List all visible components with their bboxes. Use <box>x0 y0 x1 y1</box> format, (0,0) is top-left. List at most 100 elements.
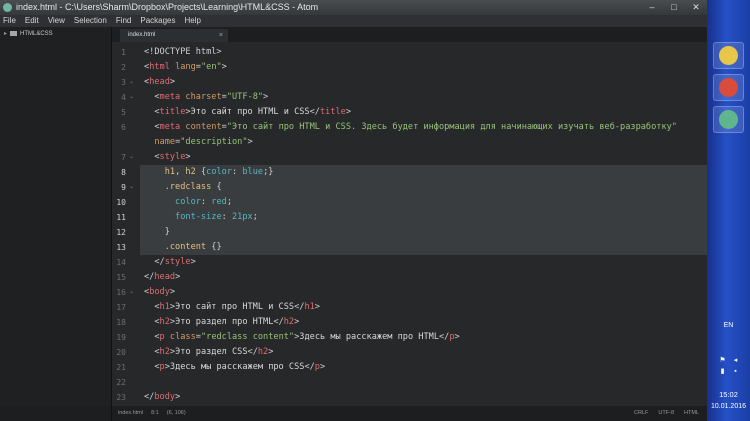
tree-root-folder[interactable]: ▸ HTML&CSS <box>4 30 53 38</box>
code-token: > <box>345 107 352 117</box>
network-icon[interactable]: ▮ <box>718 367 727 376</box>
code-line[interactable]: </style> <box>144 255 196 270</box>
status-file-name[interactable]: index.html <box>118 406 143 421</box>
system-tray: EN ⚑ ◂ ▮ ▪ 15:02 10.01.2016 <box>707 320 750 421</box>
menu-file[interactable]: File <box>3 15 16 27</box>
code-line[interactable]: name="description"> <box>144 135 252 150</box>
taskbar-file-explorer-button[interactable] <box>713 42 744 69</box>
line-number[interactable]: 9 <box>112 180 126 195</box>
minimize-button[interactable]: – <box>641 0 663 15</box>
code-line[interactable]: </head> <box>144 270 180 285</box>
folder-icon <box>10 31 18 36</box>
code-line[interactable]: <meta charset="UTF-8"> <box>144 90 268 105</box>
code-line[interactable]: <body> <box>144 285 175 300</box>
line-number[interactable]: 23 <box>112 390 126 405</box>
line-number[interactable]: 1 <box>112 45 126 60</box>
code-line[interactable]: .redclass { <box>144 180 222 195</box>
code-token: class <box>169 332 196 342</box>
code-line[interactable]: <p class="redclass content">Здесь мы рас… <box>144 330 459 345</box>
line-number[interactable]: 6 <box>112 120 126 135</box>
code-line[interactable]: <html lang="en"> <box>144 60 227 75</box>
line-number[interactable]: 18 <box>112 315 126 330</box>
code-line[interactable]: color: red; <box>144 195 232 210</box>
menu-find[interactable]: Find <box>116 15 132 27</box>
code-token: <!DOCTYPE html> <box>144 47 222 57</box>
code-line[interactable]: } <box>144 225 170 240</box>
code-line[interactable]: </body> <box>144 390 180 405</box>
code-token: < <box>144 92 160 102</box>
code-line[interactable]: font-size: 21px; <box>144 210 258 225</box>
menu-selection[interactable]: Selection <box>74 15 107 27</box>
fold-chevron-icon[interactable]: ⌄ <box>129 285 134 300</box>
code-line[interactable]: <h2>Это раздел CSS</h2> <box>144 345 273 360</box>
status-grammar[interactable]: HTML <box>684 406 699 421</box>
line-number[interactable]: 21 <box>112 360 126 375</box>
tab-bar: index.html × <box>112 27 707 42</box>
menu-edit[interactable]: Edit <box>25 15 39 27</box>
line-number[interactable]: 22 <box>112 375 126 390</box>
line-number[interactable]: 15 <box>112 270 126 285</box>
fold-chevron-icon[interactable]: ⌄ <box>129 90 134 105</box>
chevron-right-icon[interactable]: ▸ <box>4 30 7 37</box>
line-number[interactable]: 13 <box>112 240 126 255</box>
code-line[interactable]: <p>Здесь мы расскажем про CSS</p> <box>144 360 325 375</box>
line-number[interactable]: 20 <box>112 345 126 360</box>
menu-help[interactable]: Help <box>185 15 201 27</box>
menu-packages[interactable]: Packages <box>140 15 175 27</box>
code-line[interactable]: h1, h2 {color: blue;} <box>144 165 274 180</box>
text-editor[interactable]: 1 2 3 ⌄ 4 ⌄ 5 6 7 ⌄ 8 9 ⌄ 10 11 12 13 14 15 16 ⌄ 17 18 19 20 21 22… <box>112 42 707 406</box>
line-number[interactable]: 17 <box>112 300 126 315</box>
code-line[interactable]: <h1>Это сайт про HTML и CSS</h1> <box>144 300 320 315</box>
line-number[interactable]: 11 <box>112 210 126 225</box>
code-token: </ <box>294 302 305 312</box>
clock-time[interactable]: 15:02 <box>707 390 750 399</box>
line-number[interactable]: 10 <box>112 195 126 210</box>
line-number[interactable]: 2 <box>112 60 126 75</box>
close-button[interactable]: ✕ <box>685 0 707 15</box>
fold-chevron-icon[interactable]: ⌄ <box>129 150 134 165</box>
taskbar-atom-button[interactable] <box>713 106 744 133</box>
tab-index-html[interactable]: index.html × <box>120 29 228 42</box>
code-line[interactable]: .content {} <box>144 240 222 255</box>
code-token: font-size <box>175 212 222 222</box>
menu-view[interactable]: View <box>48 15 65 27</box>
line-number[interactable]: 3 <box>112 75 126 90</box>
fold-chevron-icon[interactable]: ⌄ <box>129 75 134 90</box>
line-number[interactable]: 16 <box>112 285 126 300</box>
action-center-flag-icon[interactable]: ⚑ <box>718 356 727 365</box>
code-line[interactable]: <h2>Это раздел про HTML</h2> <box>144 315 299 330</box>
line-number[interactable]: 4 <box>112 90 126 105</box>
maximize-button[interactable]: □ <box>663 0 685 15</box>
code-token: > <box>190 257 196 267</box>
volume-icon[interactable]: ◂ <box>731 356 740 365</box>
menu-bar: File Edit View Selection Find Packages H… <box>0 15 707 27</box>
line-number[interactable]: 14 <box>112 255 126 270</box>
status-encoding[interactable]: UTF-8 <box>658 406 674 421</box>
code-line[interactable]: <head> <box>144 75 175 90</box>
power-icon[interactable]: ▪ <box>731 367 740 376</box>
code-line[interactable]: <!DOCTYPE html> <box>144 45 222 60</box>
tab-close-icon[interactable]: × <box>219 29 223 42</box>
line-number[interactable]: 5 <box>112 105 126 120</box>
language-indicator[interactable]: EN <box>707 322 750 329</box>
fold-chevron-icon[interactable]: ⌄ <box>129 180 134 195</box>
tree-root-label: HTML&CSS <box>20 30 53 37</box>
line-number[interactable]: 19 <box>112 330 126 345</box>
code-token: "en" <box>200 62 222 72</box>
taskbar-chrome-button[interactable] <box>713 74 744 101</box>
code-line[interactable]: <style> <box>144 150 190 165</box>
title-bar[interactable]: index.html - C:\Users\Sharm\Dropbox\Proj… <box>0 0 707 15</box>
line-number[interactable]: 7 <box>112 150 126 165</box>
line-number[interactable]: 8 <box>112 165 126 180</box>
code-line[interactable]: <title>Это сайт про HTML и CSS</title> <box>144 105 351 120</box>
status-line-ending[interactable]: CRLF <box>634 406 648 421</box>
line-number[interactable]: 12 <box>112 225 126 240</box>
code-token: head <box>149 77 170 87</box>
code-line[interactable]: <meta content="Это сайт про HTML и CSS. … <box>144 120 677 135</box>
status-cursor-position[interactable]: 8:1 <box>151 406 159 421</box>
code-token: blue <box>242 167 264 177</box>
clock-date[interactable]: 10.01.2016 <box>707 403 750 410</box>
